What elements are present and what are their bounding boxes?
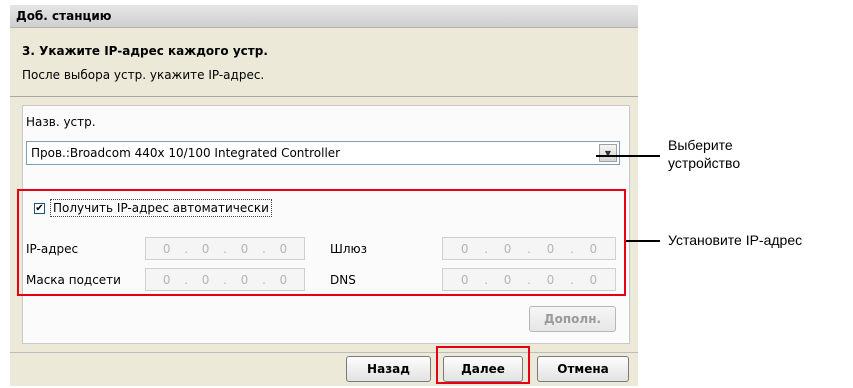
dns-label: DNS	[330, 273, 356, 287]
dns-field[interactable]: 0 . 0 . 0 . 0	[442, 268, 616, 291]
mask-dot-1: .	[184, 272, 189, 287]
auto-ip-checkbox-label[interactable]: Получить IP-адрес автоматически	[50, 199, 272, 217]
mask-octet-4: 0	[279, 272, 288, 287]
dns-octet-1: 0	[460, 272, 469, 287]
ip-octet-4: 0	[279, 241, 288, 256]
dns-octet-2: 0	[503, 272, 512, 287]
callout-line-device	[596, 155, 660, 157]
callout-select-device-line2: устройство	[668, 155, 741, 171]
gateway-dot-3: .	[569, 241, 574, 256]
ip-octet-1: 0	[162, 241, 171, 256]
ip-octet-3: 0	[240, 241, 249, 256]
step-description: После выбора устр. укажите IP-адрес.	[22, 68, 265, 82]
device-select-value: Пров.:Broadcom 440x 10/100 Integrated Co…	[31, 146, 341, 160]
auto-ip-checkbox[interactable]: ✔	[34, 203, 45, 214]
dns-octet-4: 0	[589, 272, 598, 287]
ip-address-label: IP-адрес	[26, 242, 79, 256]
dns-dot-3: .	[569, 272, 574, 287]
wizard-header: 3. Укажите IP-адрес каждого устр. После …	[10, 28, 638, 96]
gateway-octet-3: 0	[546, 241, 555, 256]
gateway-octet-4: 0	[589, 241, 598, 256]
dns-dot-1: .	[484, 272, 489, 287]
dns-dot-2: .	[527, 272, 531, 287]
subnet-mask-label: Маска подсети	[26, 273, 121, 287]
gateway-octet-1: 0	[460, 241, 469, 256]
callout-select-device: Выберите устройство	[668, 136, 740, 172]
ip-dot-2: .	[223, 241, 227, 256]
header-divider	[10, 96, 638, 97]
gateway-dot-2: .	[527, 241, 531, 256]
gateway-label: Шлюз	[330, 242, 367, 256]
callout-set-ip: Установите IP-адрес	[668, 232, 803, 248]
callout-line-ip	[626, 240, 660, 242]
advanced-button[interactable]: Дополн.	[529, 306, 616, 332]
subnet-mask-field[interactable]: 0 . 0 . 0 . 0	[145, 268, 305, 291]
gateway-dot-1: .	[484, 241, 489, 256]
mask-octet-2: 0	[201, 272, 210, 287]
gateway-field[interactable]: 0 . 0 . 0 . 0	[442, 237, 616, 260]
next-button-highlight	[436, 346, 530, 384]
mask-octet-3: 0	[240, 272, 249, 287]
mask-octet-1: 0	[162, 272, 171, 287]
device-select[interactable]: Пров.:Broadcom 440x 10/100 Integrated Co…	[26, 141, 620, 165]
window-title: Доб. станцию	[16, 9, 112, 23]
gateway-octet-2: 0	[503, 241, 512, 256]
step-title: 3. Укажите IP-адрес каждого устр.	[22, 44, 268, 58]
title-bar: Доб. станцию	[10, 5, 638, 28]
mask-dot-3: .	[261, 272, 266, 287]
device-name-label: Назв. устр.	[26, 115, 96, 129]
mask-dot-2: .	[223, 272, 227, 287]
back-button[interactable]: Назад	[346, 356, 431, 382]
ip-address-field[interactable]: 0 . 0 . 0 . 0	[145, 237, 305, 260]
callout-select-device-line1: Выберите	[668, 137, 733, 153]
ip-octet-2: 0	[201, 241, 210, 256]
ip-dot-3: .	[261, 241, 266, 256]
ip-dot-1: .	[184, 241, 189, 256]
dns-octet-3: 0	[546, 272, 555, 287]
cancel-button[interactable]: Отмена	[537, 356, 629, 382]
dropdown-arrow-icon[interactable]: ▼	[599, 144, 617, 162]
